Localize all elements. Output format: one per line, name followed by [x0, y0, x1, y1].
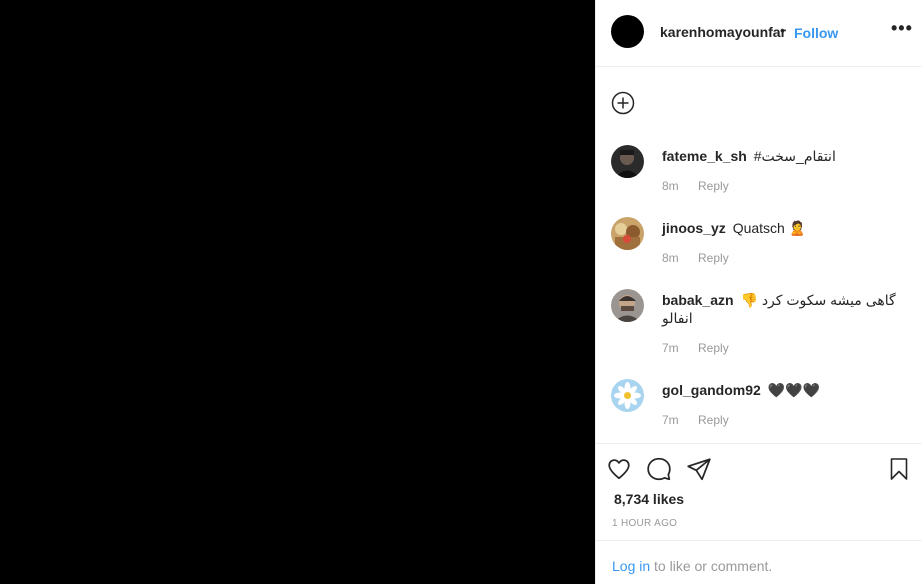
- heart-icon[interactable]: [606, 456, 632, 482]
- comment-text: fateme_k_sh #انتقام_سخت: [662, 147, 902, 165]
- more-options-icon[interactable]: •••: [891, 18, 913, 39]
- author-username[interactable]: karenhomayounfar: [660, 24, 786, 40]
- commenter-avatar[interactable]: [611, 289, 644, 322]
- comment-body: #انتقام_سخت: [753, 148, 836, 164]
- header-separator: •: [780, 22, 785, 38]
- comment-body: 🖤🖤🖤: [767, 382, 820, 398]
- post-actions: 8,734 likes 1 HOUR AGO Log in to like or…: [596, 443, 922, 584]
- reply-button[interactable]: Reply: [698, 341, 729, 355]
- bookmark-icon[interactable]: [887, 456, 911, 482]
- comment-username[interactable]: fateme_k_sh: [662, 148, 747, 164]
- login-prompt: Log in to like or comment.: [596, 540, 922, 584]
- comment-meta: 7m Reply: [662, 413, 729, 427]
- comment-username[interactable]: jinoos_yz: [662, 220, 726, 236]
- comment-meta: 8m Reply: [662, 251, 729, 265]
- commenter-avatar[interactable]: [611, 217, 644, 250]
- post-media[interactable]: [0, 0, 595, 584]
- comment-text: babak_azn 👎 گاهی میشه سکوت کرد انفالو: [662, 291, 902, 327]
- comment-meta: 8m Reply: [662, 179, 729, 193]
- comment-text: gol_gandom92 🖤🖤🖤: [662, 381, 902, 399]
- comment-username[interactable]: babak_azn: [662, 292, 734, 308]
- reply-button[interactable]: Reply: [698, 413, 729, 427]
- plus-circle-icon[interactable]: [611, 91, 635, 115]
- commenter-avatar[interactable]: [611, 379, 644, 412]
- login-prompt-text: to like or comment.: [650, 558, 773, 574]
- comment-time[interactable]: 8m: [662, 251, 679, 265]
- commenter-avatar[interactable]: [611, 145, 644, 178]
- post-side-panel: karenhomayounfar • Follow ••• fateme_k_s…: [595, 0, 922, 584]
- author-avatar[interactable]: [611, 15, 644, 48]
- comment-text: jinoos_yz Quatsch 🙎: [662, 219, 902, 237]
- comment-time[interactable]: 7m: [662, 413, 679, 427]
- follow-button[interactable]: Follow: [794, 25, 838, 41]
- likes-count[interactable]: 8,734 likes: [614, 491, 684, 507]
- paper-plane-icon[interactable]: [686, 456, 712, 482]
- comment-bubble-icon[interactable]: [646, 456, 672, 482]
- comment-username[interactable]: gol_gandom92: [662, 382, 761, 398]
- reply-button[interactable]: Reply: [698, 251, 729, 265]
- comment-body: Quatsch 🙎: [732, 220, 807, 236]
- post-timestamp[interactable]: 1 HOUR AGO: [612, 518, 677, 529]
- comment-time[interactable]: 8m: [662, 179, 679, 193]
- reply-button[interactable]: Reply: [698, 179, 729, 193]
- post-header: karenhomayounfar • Follow •••: [596, 0, 922, 67]
- login-link[interactable]: Log in: [612, 558, 650, 574]
- comment-time[interactable]: 7m: [662, 341, 679, 355]
- comment-meta: 7m Reply: [662, 341, 729, 355]
